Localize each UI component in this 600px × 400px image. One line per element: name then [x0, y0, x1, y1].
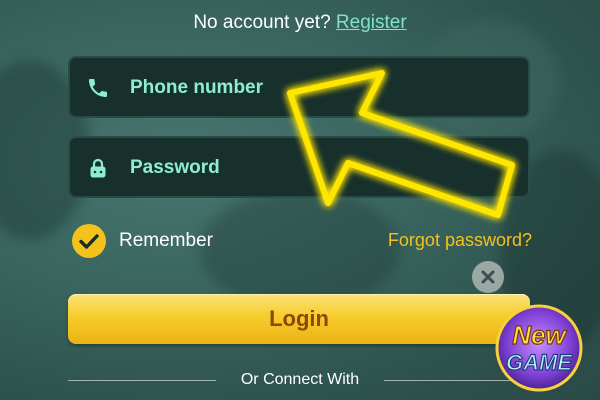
- register-link[interactable]: Register: [336, 12, 407, 33]
- register-prompt-text: No account yet?: [193, 12, 331, 33]
- phone-number-placeholder: Phone number: [130, 77, 264, 98]
- phone-icon: [89, 79, 107, 97]
- login-button[interactable]: Login: [68, 294, 530, 344]
- svg-text:New: New: [512, 320, 567, 350]
- new-game-logo: New GAME: [495, 304, 583, 392]
- checkmark-icon[interactable]: [72, 224, 106, 258]
- lock-icon: [90, 158, 106, 178]
- login-button-label: Login: [269, 306, 329, 331]
- remember-label: Remember: [119, 230, 213, 251]
- password-placeholder: Password: [130, 157, 220, 178]
- svg-text:GAME: GAME: [506, 350, 573, 375]
- close-icon[interactable]: [472, 261, 504, 293]
- arrow-pointer-icon: [287, 70, 515, 218]
- register-prompt: No account yet? Register: [0, 12, 600, 34]
